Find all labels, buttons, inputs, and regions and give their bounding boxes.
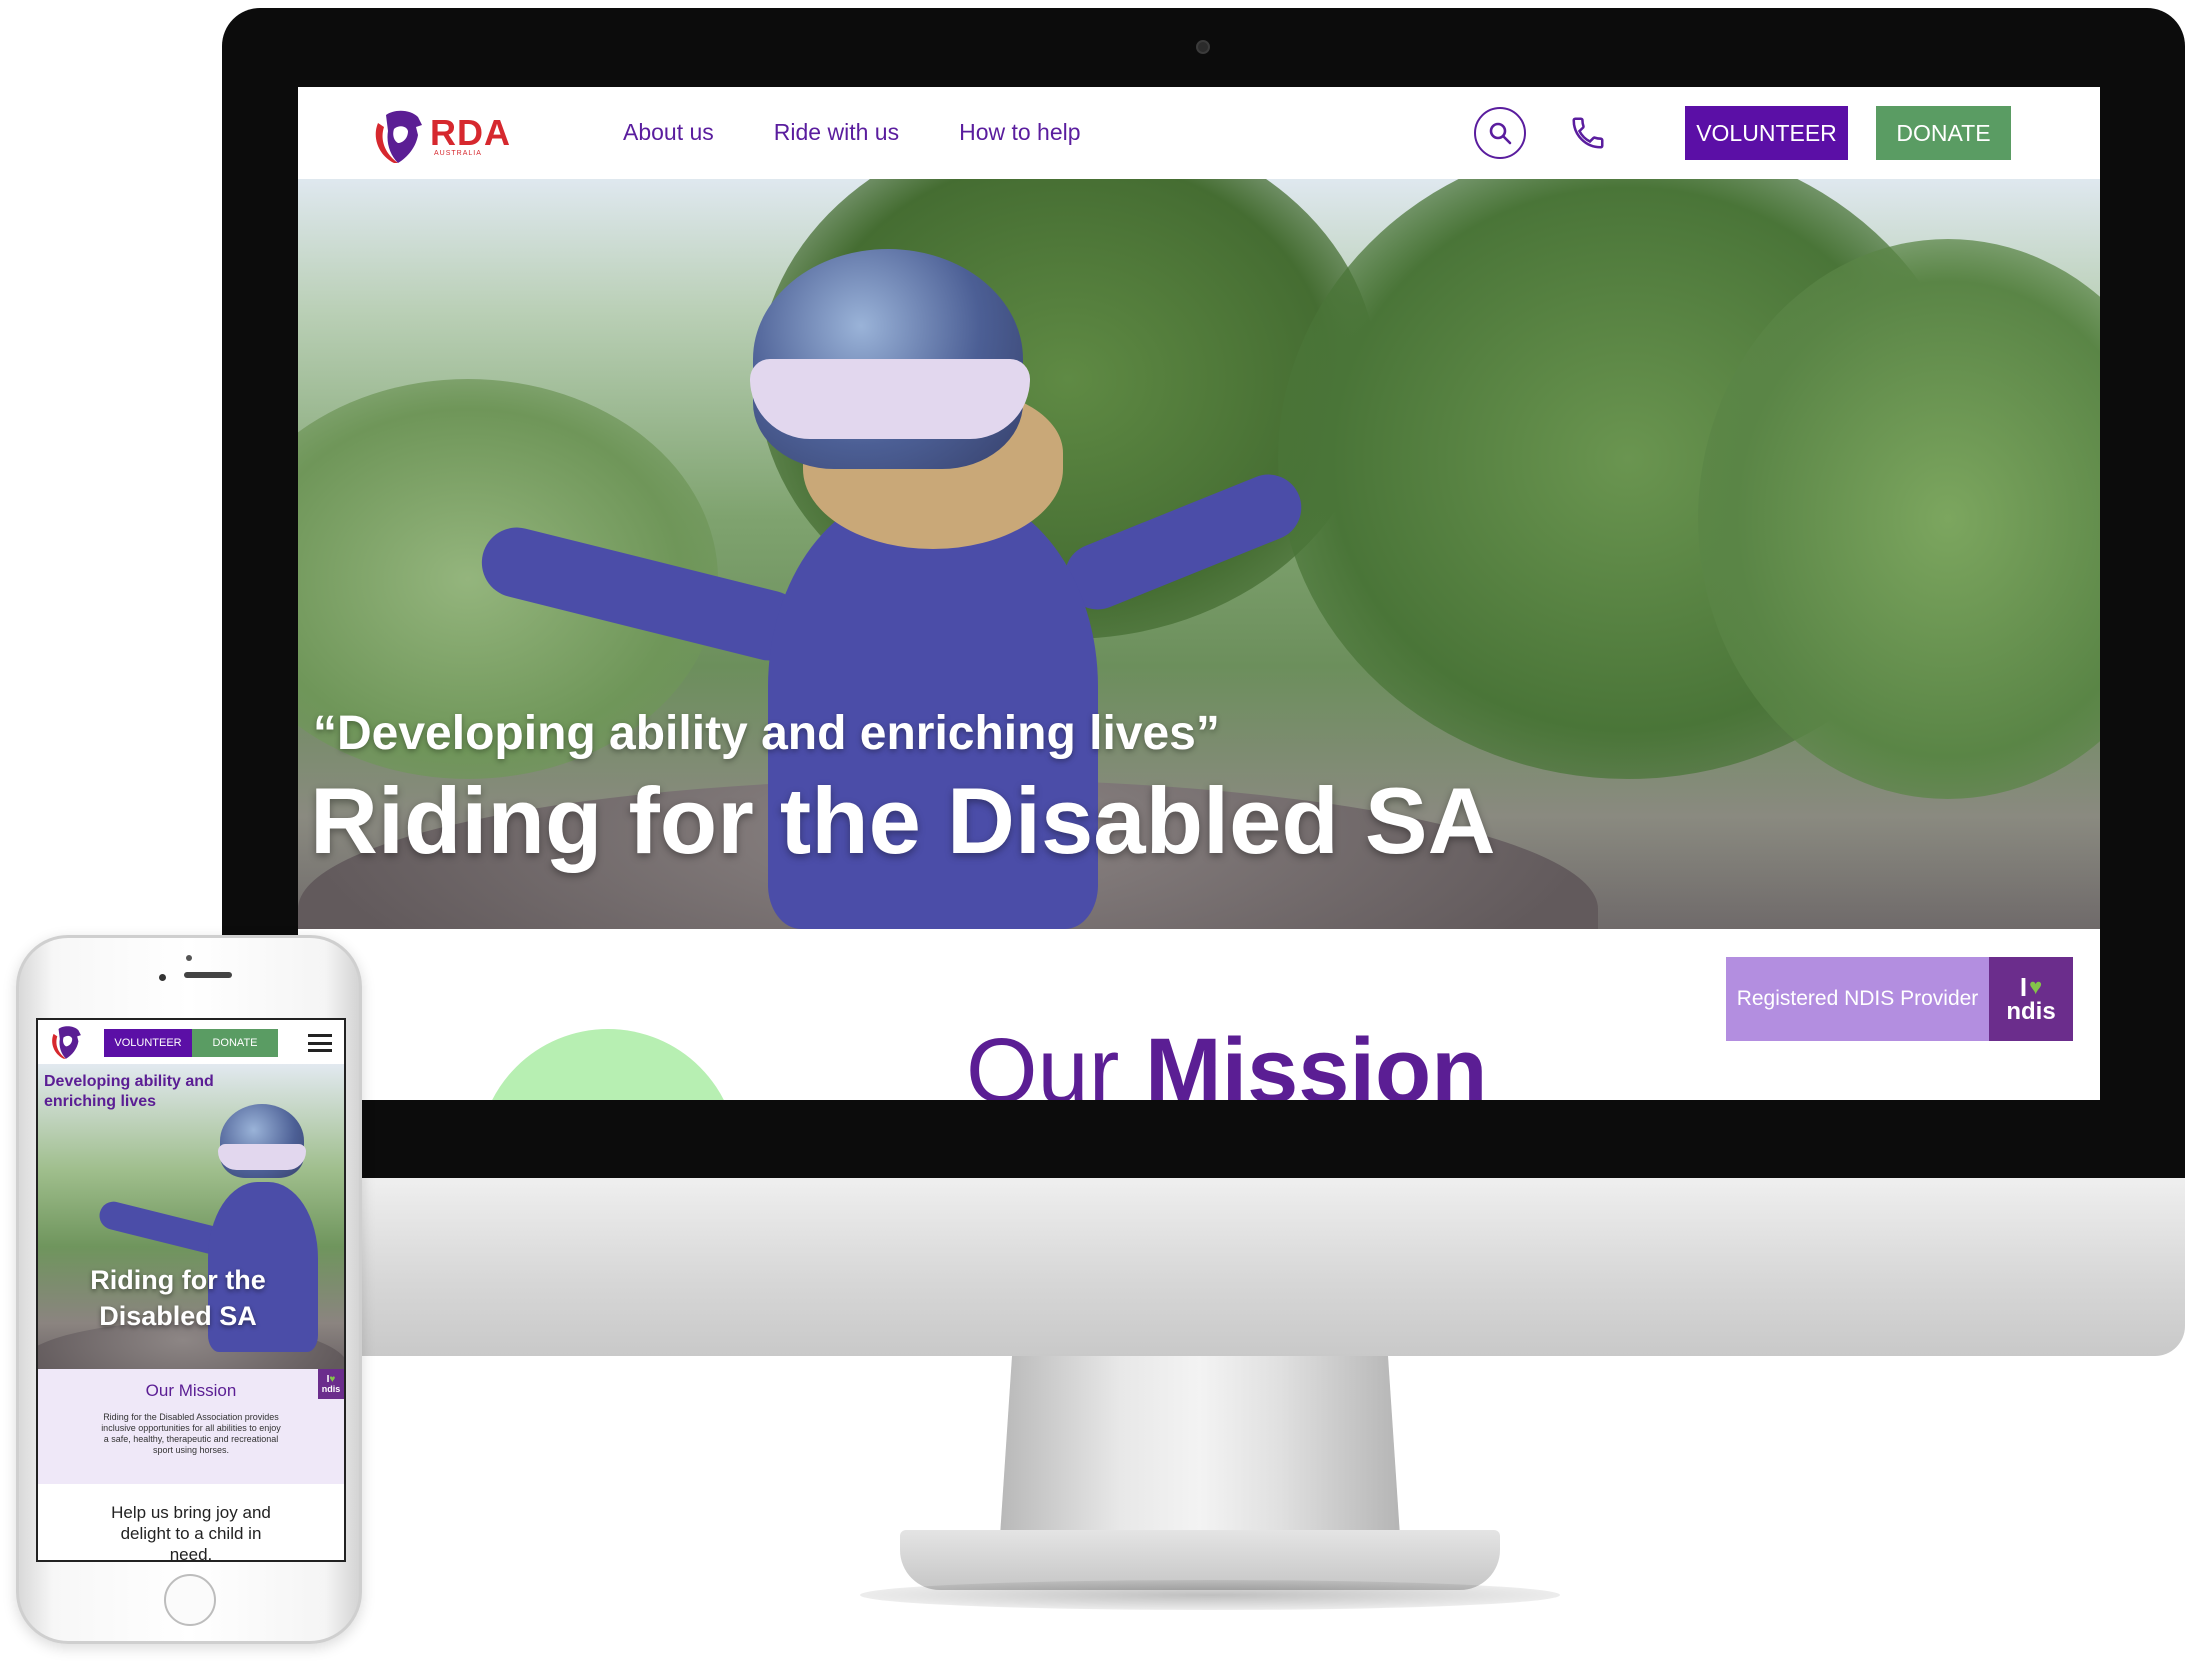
decorative-green-circle [478, 1029, 738, 1100]
phone-icon [1572, 117, 1604, 149]
phone-button[interactable] [1564, 109, 1612, 157]
nav-about-us[interactable]: About us [623, 119, 714, 146]
mobile-logo-icon[interactable] [46, 1024, 86, 1060]
mobile-help-text: Help us bring joy and delight to a child… [111, 1503, 271, 1562]
phone-home-button[interactable] [164, 1574, 216, 1626]
imac-shadow [860, 1580, 1560, 1610]
horse-head-logo-icon [372, 107, 424, 165]
mobile-mission-section: I♥ ndis Our Mission Riding for the Disab… [38, 1369, 344, 1484]
mobile-hero-title: Riding for the Disabled SA [90, 1265, 266, 1331]
ndis-badge-label: Registered NDIS Provider [1726, 957, 1989, 1041]
logo-wordmark: RDA [430, 111, 511, 153]
phone-device: VOLUNTEER DONATE Developing ability and … [16, 935, 362, 1644]
main-nav: About us Ride with us How to help [623, 119, 1081, 146]
nav-how-to-help[interactable]: How to help [959, 119, 1080, 146]
mobile-screen: VOLUNTEER DONATE Developing ability and … [36, 1018, 346, 1562]
mission-heading-light: Our [966, 1020, 1120, 1100]
phone-front-camera [159, 974, 166, 981]
mobile-mission-title: Our Mission [145, 1381, 237, 1400]
ndis-logo-word: ndis [2006, 998, 2056, 1025]
phone-speaker [184, 972, 232, 978]
imac-camera [1196, 40, 1210, 54]
hero-photo-helmet-band [750, 359, 1030, 439]
nav-ride-with-us[interactable]: Ride with us [774, 119, 899, 146]
phone-camera-dot [186, 955, 192, 961]
desktop-screen: RDA AUSTRALIA About us Ride with us How … [298, 87, 2100, 1100]
mobile-help-section: Help us bring joy and delight to a child… [38, 1484, 344, 1562]
mobile-header: VOLUNTEER DONATE [38, 1020, 344, 1064]
mobile-donate-button[interactable]: DONATE [192, 1029, 278, 1057]
heart-icon: ♥ [2029, 974, 2043, 999]
logo-subtext: AUSTRALIA [434, 149, 482, 157]
ndis-logo-i: I [2019, 972, 2028, 1002]
ndis-logo: I ♥ ndis [1989, 957, 2073, 1041]
search-button[interactable] [1474, 107, 1526, 159]
hero-quote: “Developing ability and enriching lives” [313, 707, 1220, 760]
imac-stand-neck [1000, 1356, 1400, 1536]
search-icon [1489, 122, 1512, 145]
hamburger-icon[interactable] [308, 1034, 332, 1052]
hero-banner: “Developing ability and enriching lives”… [298, 179, 2100, 929]
mobile-hero-quote: Developing ability and enriching lives [44, 1073, 214, 1110]
mobile-volunteer-button[interactable]: VOLUNTEER [104, 1029, 192, 1057]
imac-chin [222, 1178, 2185, 1356]
volunteer-button[interactable]: VOLUNTEER [1685, 106, 1848, 160]
device-mockup-stage: RDA AUSTRALIA About us Ride with us How … [0, 0, 2188, 1661]
mobile-hero-photo-helmet-band [218, 1144, 306, 1170]
mission-heading-bold: Mission [1144, 1020, 1488, 1100]
mobile-hero: Developing ability and enriching lives R… [38, 1064, 344, 1369]
hero-title: Riding for the Disabled SA [310, 768, 1496, 873]
donate-button[interactable]: DONATE [1876, 106, 2011, 160]
ndis-provider-badge[interactable]: Registered NDIS Provider I ♥ ndis [1726, 957, 2073, 1041]
mission-heading: Our Mission [966, 1019, 1487, 1100]
rda-logo[interactable]: RDA AUSTRALIA [372, 107, 511, 165]
mobile-mission-text: Riding for the Disabled Association prov… [101, 1412, 281, 1455]
site-header: RDA AUSTRALIA About us Ride with us How … [298, 87, 2100, 179]
